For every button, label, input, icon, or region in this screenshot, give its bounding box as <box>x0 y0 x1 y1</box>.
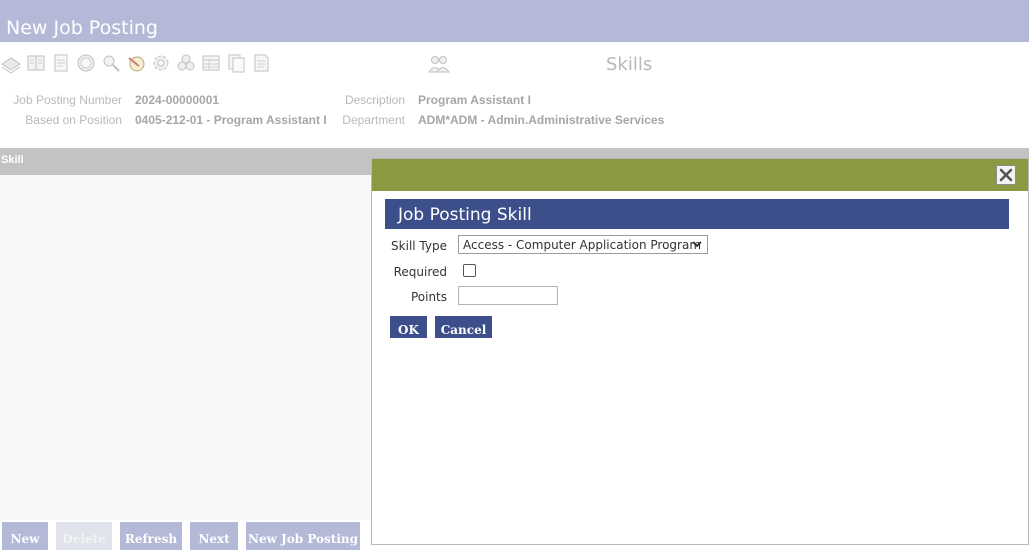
points-label: Points <box>410 290 447 304</box>
close-icon <box>999 168 1013 182</box>
points-input[interactable] <box>458 286 558 305</box>
skill-type-select[interactable]: Access - Computer Application Program <box>458 235 708 254</box>
next-button[interactable]: Next <box>190 522 238 550</box>
section-title: Skills <box>606 54 653 75</box>
required-checkbox[interactable] <box>463 264 476 277</box>
close-button[interactable] <box>996 165 1016 185</box>
document-icon[interactable] <box>50 52 72 74</box>
title-bar: New Job Posting <box>0 0 1029 42</box>
new-job-posting-button[interactable]: New Job Posting <box>246 522 360 550</box>
ok-button[interactable]: OK <box>390 316 427 338</box>
skill-type-label: Skill Type <box>391 239 447 253</box>
description-value: Program Assistant I <box>418 93 531 107</box>
based-on-position-value: 0405-212-01 - Program Assistant I <box>135 113 327 127</box>
notes-icon[interactable] <box>250 52 272 74</box>
search-person-icon[interactable] <box>100 52 122 74</box>
group-icon[interactable] <box>175 52 197 74</box>
toolbar <box>0 52 272 76</box>
job-posting-number-value: 2024-00000001 <box>135 93 220 107</box>
copy-icon[interactable] <box>225 52 247 74</box>
dialog-title-bar[interactable] <box>372 159 1028 191</box>
department-label: Department <box>342 113 405 127</box>
gear-icon[interactable] <box>150 52 172 74</box>
people-icon <box>427 52 451 76</box>
book-icon[interactable] <box>25 52 47 74</box>
edit-icon[interactable] <box>125 52 147 74</box>
column-header-skill[interactable]: Skill <box>1 154 24 166</box>
new-button[interactable]: New <box>2 522 48 550</box>
skill-type-selected-value: Access - Computer Application Program <box>463 238 702 252</box>
job-posting-number-label: Job Posting Number <box>13 93 122 107</box>
dialog-title: Job Posting Skill <box>398 205 532 225</box>
window-title: New Job Posting <box>6 17 158 39</box>
job-posting-skill-dialog: Job Posting Skill Skill Type Access - Co… <box>371 158 1029 545</box>
delete-button: Delete <box>56 522 112 550</box>
layers-icon[interactable] <box>0 52 22 74</box>
required-label: Required <box>393 265 447 279</box>
refresh-button[interactable]: Refresh <box>120 522 182 550</box>
based-on-position-label: Based on Position <box>25 113 122 127</box>
description-label: Description <box>344 93 405 107</box>
cancel-button[interactable]: Cancel <box>435 316 492 338</box>
page-header: Skills Job Posting Number 2024-00000001 … <box>0 42 1029 134</box>
circle-icon[interactable] <box>75 52 97 74</box>
department-value: ADM*ADM - Admin.Administrative Services <box>418 113 665 127</box>
dialog-heading: Job Posting Skill <box>385 199 1009 229</box>
table-icon[interactable] <box>200 52 222 74</box>
chevron-down-icon <box>692 241 702 248</box>
